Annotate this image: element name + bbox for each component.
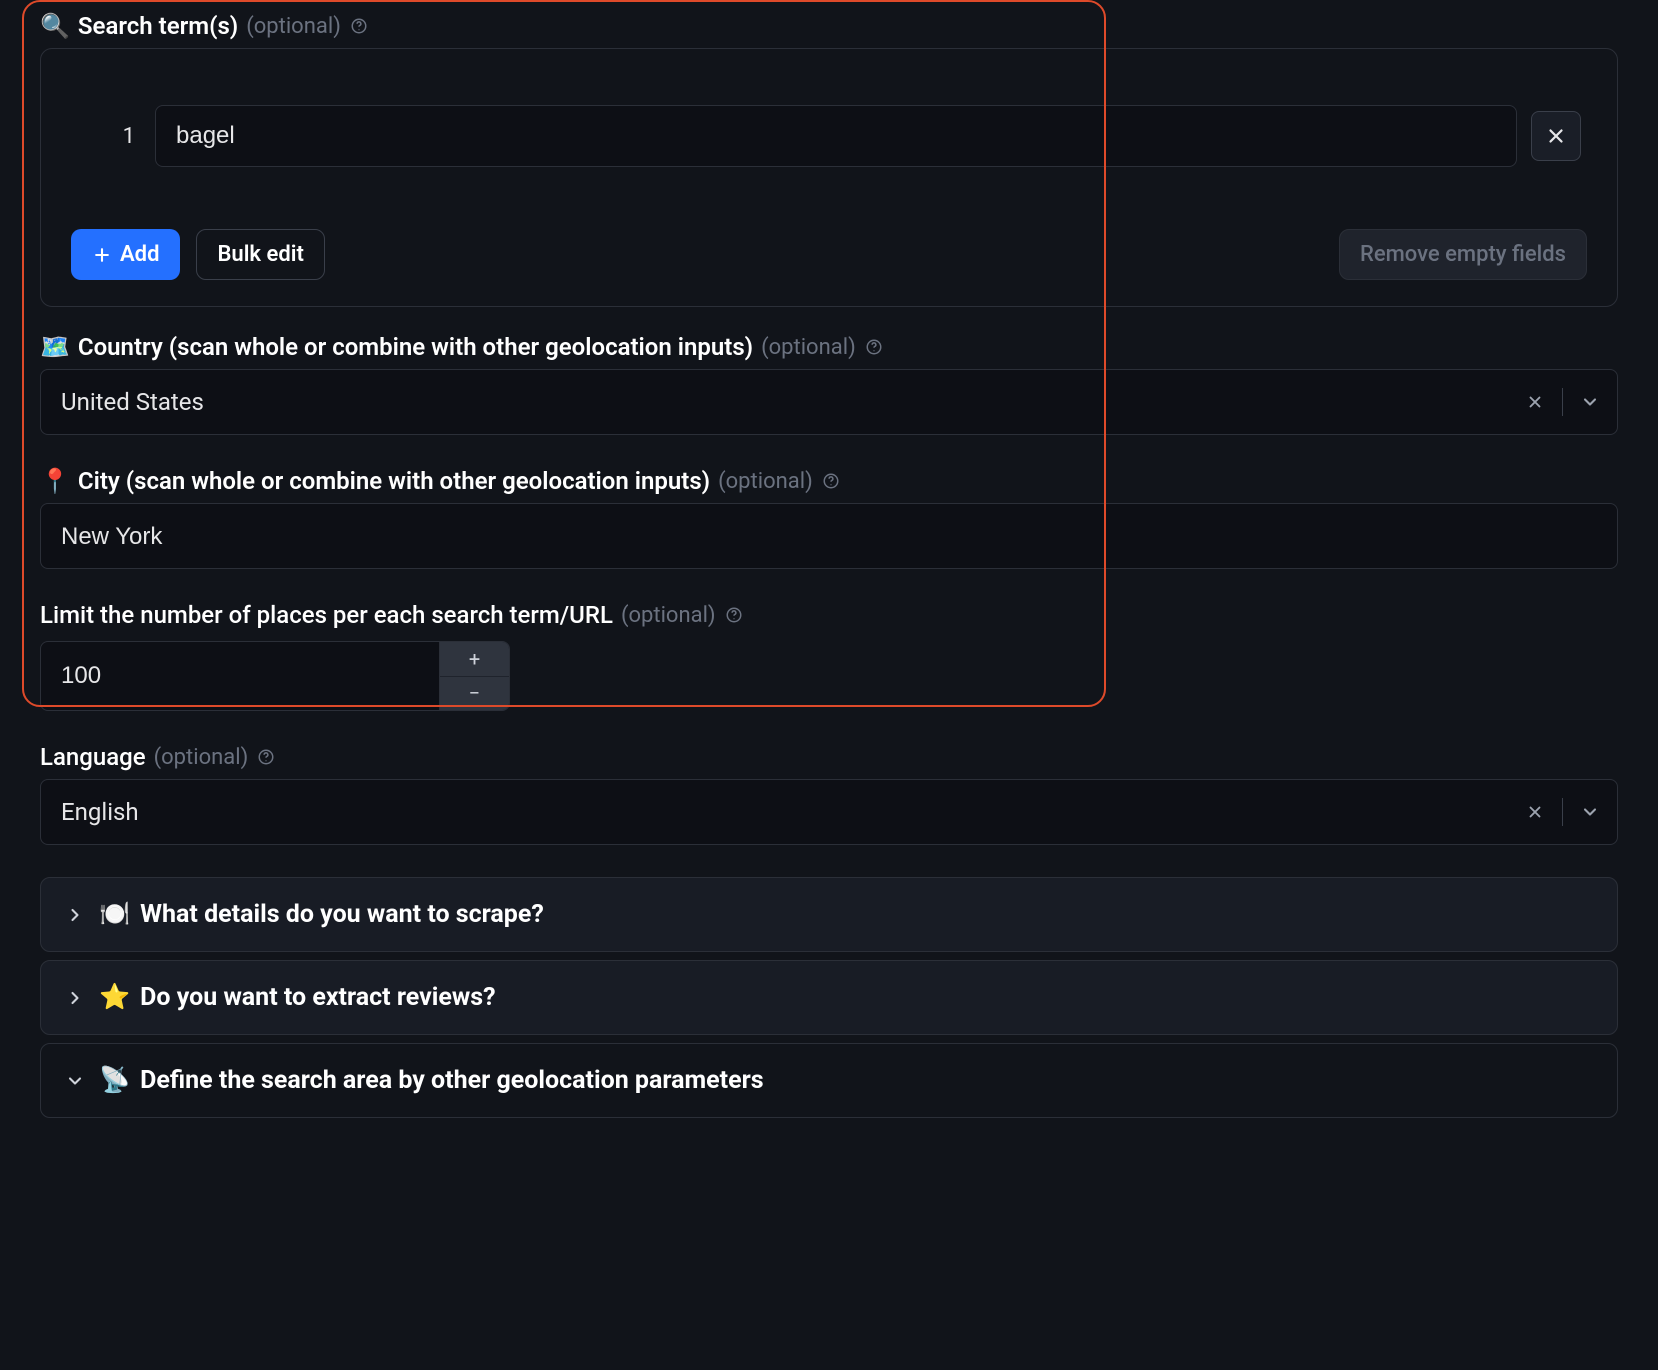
bulk-edit-label: Bulk edit [217,242,303,267]
star-icon: ⭐ [99,983,130,1012]
accordion-geolocation[interactable]: 📡 Define the search area by other geoloc… [40,1043,1618,1118]
chevron-right-icon [65,905,85,925]
search-terms-label: 🔍 Search term(s) (optional) [0,4,1658,48]
term-index: 1 [71,124,141,149]
limit-label: Limit the number of places per each sear… [0,593,1658,637]
city-label: 📍 City (scan whole or combine with other… [0,459,1658,503]
plus-icon: + [469,649,480,669]
chevron-down-icon [1580,802,1600,822]
limit-label-text: Limit the number of places per each sear… [40,601,613,629]
help-icon[interactable] [256,747,276,767]
search-icon: 🔍 [40,12,70,40]
optional-tag: (optional) [246,14,341,39]
accordion-details-title: What details do you want to scrape? [140,900,544,929]
language-label: Language (optional) [0,735,1658,779]
pin-icon: 📍 [40,467,70,495]
language-select[interactable]: English [40,779,1618,845]
city-input[interactable] [61,523,1597,551]
limit-decrement-button[interactable]: − [440,677,509,711]
remove-empty-label: Remove empty fields [1360,242,1566,267]
add-term-label: Add [120,242,159,267]
help-icon[interactable] [864,337,884,357]
search-terms-actions: Add Bulk edit Remove empty fields [71,229,1587,280]
search-term-input[interactable] [155,105,1517,167]
limit-input[interactable] [41,642,439,710]
search-term-row: 1 [71,105,1587,167]
language-label-text: Language [40,743,146,771]
accordion-geolocation-title: Define the search area by other geolocat… [140,1066,763,1095]
city-label-text: City (scan whole or combine with other g… [78,467,710,495]
limit-increment-button[interactable]: + [440,642,509,677]
chevron-down-icon [1580,392,1600,412]
country-label-text: Country (scan whole or combine with othe… [78,333,753,361]
add-term-button[interactable]: Add [71,229,180,280]
chevron-right-icon [65,988,85,1008]
accordion-reviews[interactable]: ⭐ Do you want to extract reviews? [40,960,1618,1035]
antenna-icon: 📡 [99,1066,130,1095]
plus-icon [92,245,112,265]
help-icon[interactable] [724,605,744,625]
close-icon [1526,803,1544,821]
map-icon: 🗺️ [40,333,70,361]
search-terms-label-text: Search term(s) [78,12,238,40]
city-input-wrapper [40,503,1618,569]
help-icon[interactable] [821,471,841,491]
optional-tag: (optional) [718,469,813,494]
accordion-details[interactable]: 🍽️ What details do you want to scrape? [40,877,1618,952]
close-icon [1526,393,1544,411]
optional-tag: (optional) [761,335,856,360]
search-terms-group: 1 Add Bulk edit Remove empty fields [40,48,1618,307]
chevron-down-icon [65,1071,85,1091]
country-dropdown-button[interactable] [1563,370,1617,434]
country-label: 🗺️ Country (scan whole or combine with o… [0,325,1658,369]
accordion-reviews-title: Do you want to extract reviews? [140,983,495,1012]
limit-input-wrapper: + − [40,641,510,711]
optional-tag: (optional) [621,603,716,628]
country-select[interactable]: United States [40,369,1618,435]
language-clear-button[interactable] [1508,780,1562,844]
remove-term-button[interactable] [1531,111,1581,161]
help-icon[interactable] [349,16,369,36]
language-value: English [61,798,1508,826]
optional-tag: (optional) [154,745,249,770]
country-value: United States [61,388,1508,416]
minus-icon: − [469,683,480,703]
remove-empty-button[interactable]: Remove empty fields [1339,229,1587,280]
bulk-edit-button[interactable]: Bulk edit [196,229,324,280]
country-clear-button[interactable] [1508,370,1562,434]
plate-icon: 🍽️ [99,900,130,929]
language-dropdown-button[interactable] [1563,780,1617,844]
